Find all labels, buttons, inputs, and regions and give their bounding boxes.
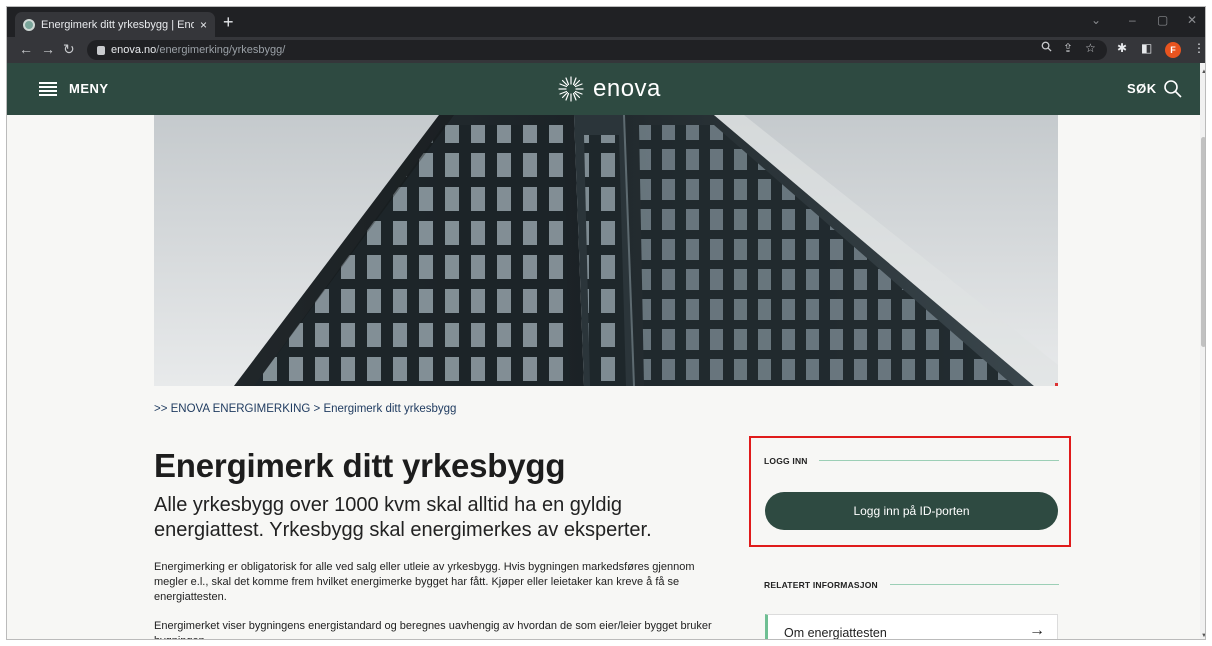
tab-title: Energimerk ditt yrkesbygg | Eno [41,18,194,31]
maximize-icon[interactable]: ▢ [1157,13,1168,27]
browser-tab-strip: Energimerk ditt yrkesbygg | Eno × + ⌄ – … [7,7,1205,37]
enova-favicon-icon [23,18,35,31]
share-icon[interactable]: ⇪ [1063,41,1073,55]
menu-button[interactable]: MENY [69,81,109,96]
enova-starburst-icon [558,76,584,102]
login-heading: LOGG INN [764,456,808,466]
lock-icon [97,45,105,55]
hero-building-image [154,115,1058,386]
page-title: Energimerk ditt yrkesbygg [154,447,566,484]
search-icon[interactable] [1163,79,1183,99]
browser-menu-icon[interactable]: ⋮ [1193,41,1205,55]
arrow-right-icon: → [1029,622,1045,639]
url-path: /energimerking/yrkesbygg/ [156,44,286,56]
login-divider [819,460,1059,461]
tab-close-icon[interactable]: × [200,18,207,32]
id-porten-login-button[interactable]: Logg inn på ID-porten [765,492,1058,530]
back-icon[interactable]: ← [19,41,33,57]
address-bar[interactable]: enova.no /energimerking/yrkesbygg/ [87,40,1107,60]
scroll-down-icon[interactable]: ▼ [1201,633,1205,639]
minimize-icon[interactable]: – [1129,13,1136,27]
forward-icon[interactable]: → [41,41,55,57]
reload-icon[interactable]: ↻ [63,41,75,57]
zoom-icon[interactable] [1041,41,1052,55]
scroll-up-icon[interactable]: ▲ [1201,69,1205,75]
tab-search-icon[interactable]: ⌄ [1091,13,1101,27]
hamburger-menu-icon[interactable] [39,82,57,96]
browser-toolbar: ← → ↻ enova.no /energimerking/yrkesbygg/… [7,37,1205,63]
url-host: enova.no [111,44,157,56]
browser-window: Energimerk ditt yrkesbygg | Eno × + ⌄ – … [6,6,1206,640]
related-divider [890,584,1059,585]
logo-wordmark: enova [593,75,661,102]
breadcrumb[interactable]: >> ENOVA ENERGIMERKING > Energimerk ditt… [154,403,456,415]
extensions-puzzle-icon[interactable]: ✱ [1117,41,1127,55]
image-corner-marker [1055,383,1058,386]
related-heading: RELATERT INFORMASJON [764,580,878,590]
related-link-om-energiattesten[interactable]: Om energiattesten → [765,614,1058,640]
site-header: MENY enova SØK [7,63,1200,115]
browser-tab[interactable]: Energimerk ditt yrkesbygg | Eno × [15,12,215,37]
related-link-label: Om energiattesten [784,626,887,640]
search-button[interactable]: SØK [1127,81,1157,96]
profile-avatar[interactable]: F [1165,42,1181,58]
new-tab-button[interactable]: + [223,13,234,31]
close-window-icon[interactable]: ✕ [1187,13,1197,27]
body-paragraph: Energimerking er obligatorisk for alle v… [154,561,695,603]
body-paragraph: Energimerket viser bygningens energistan… [154,620,712,639]
bookmark-star-icon[interactable]: ☆ [1085,41,1096,55]
enova-logo[interactable]: enova [557,75,661,103]
side-panel-icon[interactable]: ◧ [1141,41,1152,55]
page-lead: Alle yrkesbygg over 1000 kvm skal alltid… [154,494,652,541]
scrollbar-thumb[interactable] [1201,137,1205,347]
